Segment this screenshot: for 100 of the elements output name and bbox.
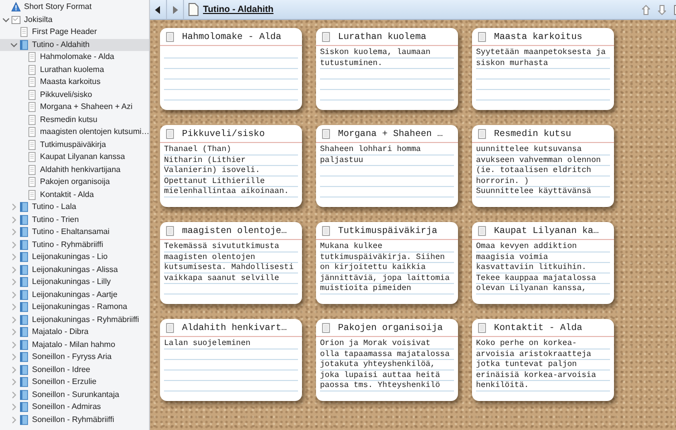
folder-icon (19, 214, 29, 225)
tree-item[interactable]: Aldahith henkivartijana (0, 164, 149, 176)
collapse-chevron-icon[interactable] (10, 40, 18, 49)
card-title: Pakojen organisoija (338, 320, 443, 334)
index-card[interactable]: Morgana + Shaheen … Shaheen lohhari homma paljastuu (316, 125, 458, 207)
tree-item[interactable]: Hahmolomake - Alda (0, 51, 149, 64)
card-text-line: Shaheen lohhari homma (320, 145, 422, 156)
tree-item[interactable]: Leijonakuningas - Aartje (0, 288, 149, 301)
tree-item[interactable]: Pikkuveli/sisko (0, 88, 149, 101)
card-text-line: (ie. totaalisen eldritch (476, 166, 592, 176)
tree-item[interactable]: Resmedin kutsu (0, 114, 149, 126)
index-card[interactable]: Tutkimuspäiväkirja Mukana kulkee tutkimuspäiväkirja. Siihen on kirjoitettu kaikkia jännittäviä, jopa laittomia muistioita pimeiden (316, 222, 458, 304)
tree-item[interactable]: First Page Header (0, 26, 149, 38)
document-icon (478, 226, 486, 236)
index-card[interactable]: Kaupat Lilyanan ka… Omaa kevyen addiktion maagisia voimia kasvattaviin litkuihin. Tekee kauppaa majatalossa olevan Lilyanan kanssa, (472, 222, 614, 304)
index-card[interactable]: Maasta karkoitus Syytetään maanpetoksesta ja siskon murhasta (472, 28, 614, 110)
tree-item[interactable]: Leijonakuningas - Alissa (0, 264, 149, 276)
card-text-line: joka lupaisi auttaa heitä (320, 370, 442, 381)
tree-item[interactable]: Majatalo - Dibra (0, 326, 149, 338)
tree-item[interactable]: Tutino - Aldahith (0, 38, 149, 51)
tree-item[interactable]: Soneillon - Ryhmäbriiffi (0, 414, 149, 426)
document-icon (27, 90, 37, 100)
folder-icon (19, 340, 29, 350)
card-text-line: mielenhallintaa aikoinaan. (164, 187, 290, 198)
card-title: Morgana + Shaheen … (338, 126, 443, 140)
tree-item[interactable]: Leijonakuningas - Ryhmäbriiffi (0, 314, 149, 326)
tree-item[interactable]: Tutino - Ryhmäbriiffi (0, 238, 149, 251)
document-icon (478, 322, 486, 332)
card-text-line: Tekee kauppaa majatalossa (476, 274, 598, 284)
down-arrow-icon[interactable] (658, 4, 666, 14)
tree-item[interactable]: Soneillon - Idree (0, 364, 149, 376)
tree-item[interactable]: Lurathan kuolema (0, 64, 149, 76)
index-card[interactable]: Kontaktit - Alda Koko perhe on korkea- arvoisia aristokraatteja jotka tuntevat paljon erinäisiä korkea-arvoisia henkilöitä. (472, 319, 614, 401)
card-text-line: Valanierin) isoveli. (164, 166, 262, 176)
folder-icon (19, 352, 29, 362)
tree-item[interactable]: Morgana + Shaheen + Azi (0, 101, 149, 114)
card-text-line: Koko perhe on korkea- (476, 339, 578, 350)
card-title: Resmedin kutsu (494, 126, 572, 140)
folder-icon (19, 227, 29, 238)
tree-item[interactable]: Leijonakuningas - Lio (0, 251, 149, 264)
document-icon (27, 127, 37, 138)
tree-item[interactable]: Soneillon - Fyryss Aria (0, 351, 149, 364)
card-text-line: vaikkapa saanut selville (164, 274, 280, 284)
folder-icon (19, 240, 29, 250)
tree-item[interactable]: Soneillon - Admiras (0, 401, 149, 414)
tree-item[interactable]: Kontaktit - Alda (0, 188, 149, 201)
tree-item[interactable]: Maasta karkoitus (0, 76, 149, 88)
document-icon (27, 77, 37, 88)
tree-item[interactable]: Leijonakuningas - Lilly (0, 276, 149, 288)
document-icon (19, 27, 29, 38)
tree-item[interactable]: Leijonakuningas - Ramona (0, 301, 149, 314)
index-card[interactable]: Pikkuveli/sisko Thanael (Than) Nitharin (Lithier Valanierin) isoveli. Opettanut Lithierille mielenhallintaa aikoinaan. (160, 125, 302, 207)
card-text-line: paljastuu (320, 156, 364, 166)
card-title: Kontaktit - Alda (494, 320, 582, 334)
index-card[interactable]: Resmedin kutsu uunnittelee kutsuvansa avukseen vahvemman olennon (ie. totaalisen eldritch horrorin. ) Suunnittelee käyttävänsä (472, 125, 614, 207)
tree-item[interactable]: Kaupat Lilyanan kanssa (0, 151, 149, 164)
card-text-line: paossa tms. Yhteyshenkilö (320, 381, 442, 392)
tree-item[interactable]: Short Story Format (0, 1, 149, 14)
tree-item[interactable]: Majatalo - Milan hahmo (0, 338, 149, 351)
tree-item[interactable]: Tutkimuspäiväkirja (0, 138, 149, 151)
document-icon (322, 322, 330, 332)
card-text-line: jotakuta yhteyshenkilöä, (320, 360, 436, 370)
collapse-chevron-icon[interactable] (2, 16, 10, 24)
index-card[interactable]: maagisten olentoje… Tekemässä sivututkimusta maagisten olentojen kutsumisesta. Mahdollisesti vaikkapa saanut selville (160, 222, 302, 304)
index-card[interactable]: Pakojen organisoija Orion ja Morak voisivat olla tapaamassa majatalossa jotakuta yhteyshenkilöä, joka lupaisi auttaa heitä paossa tms. Yhteyshenkilö (316, 319, 458, 401)
document-icon (166, 322, 174, 332)
tree-item[interactable]: Tutino - Lala (0, 201, 149, 214)
card-text-line: Syytetään maanpetoksesta ja (476, 48, 607, 58)
card-text-line: tutustuminen. (320, 58, 384, 69)
folder-icon (19, 277, 29, 288)
tree-item[interactable]: Jokisilta (0, 14, 149, 26)
card-title: maagisten olentoje… (182, 224, 287, 238)
document-icon (188, 3, 199, 16)
folder-icon (19, 364, 29, 375)
index-card[interactable]: Aldahith henkivart… Lalan suojeleminen (160, 319, 302, 401)
forward-arrow-icon (171, 6, 179, 14)
up-arrow-icon[interactable] (642, 4, 650, 14)
card-text-line: Nitharin (Lithier (164, 156, 247, 166)
back-arrow-icon (154, 6, 162, 14)
card-text-line: kutsumisesta. Mahdollisesti (164, 263, 295, 274)
tree-item[interactable]: Soneillon - Surunkantaja (0, 388, 149, 401)
folder-icon (19, 40, 29, 50)
index-card[interactable]: Lurathan kuolema Siskon kuolema, laumaan tutustuminen. (316, 28, 458, 110)
tree-item[interactable]: Soneillon - Erzulie (0, 376, 149, 388)
tree-item[interactable]: Tutino - Ehaltansamai (0, 226, 149, 238)
card-text-line: maagisia voimia (476, 252, 550, 263)
card-text-line: siskon murhasta (476, 58, 550, 69)
document-icon (166, 32, 174, 42)
card-text-line: Mukana kulkee (320, 242, 384, 252)
document-icon (27, 102, 37, 112)
editor-title[interactable]: Tutino - Aldahith (203, 2, 274, 16)
folder-icon (19, 264, 29, 275)
tree-item[interactable]: Tutino - Trien (0, 214, 149, 226)
card-text-line: Lalan suojeleminen (164, 339, 252, 350)
card-text-line: horrorin. ) (476, 176, 530, 187)
tree-item[interactable]: Pakojen organisoija (0, 176, 149, 188)
card-text-line: Suunnittelee käyttävänsä (476, 187, 592, 198)
index-card[interactable]: Hahmolomake - Alda (160, 28, 302, 110)
tree-item[interactable]: maagisten olentojen kutsumi… (0, 126, 149, 138)
document-icon (166, 226, 174, 236)
